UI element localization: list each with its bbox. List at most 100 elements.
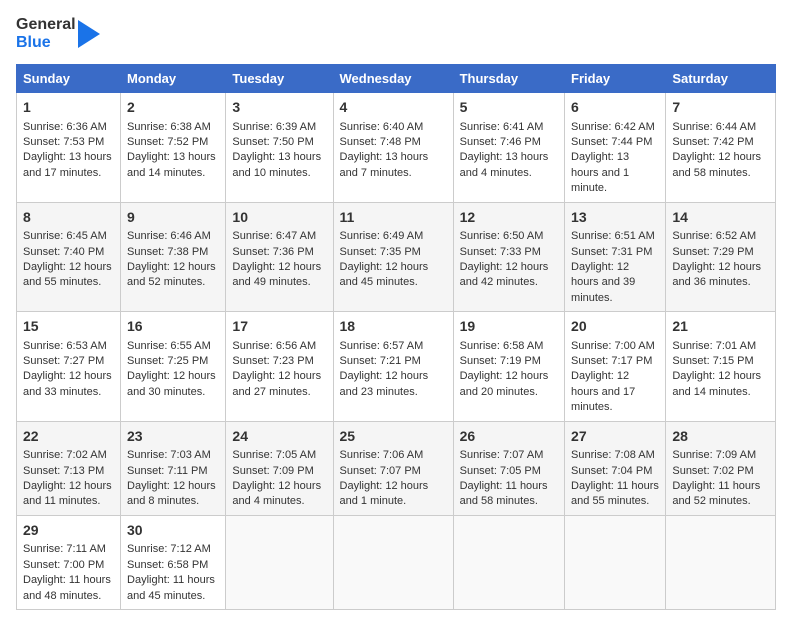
day-cell: 28Sunrise: 7:09 AMSunset: 7:02 PMDayligh…	[666, 421, 776, 515]
day-info: Sunset: 7:52 PM	[127, 135, 219, 150]
day-info: Sunset: 7:19 PM	[460, 354, 558, 369]
header-cell-friday: Friday	[565, 65, 666, 93]
header-cell-monday: Monday	[121, 65, 226, 93]
day-info: Sunset: 7:21 PM	[340, 354, 447, 369]
day-cell: 11Sunrise: 6:49 AMSunset: 7:35 PMDayligh…	[333, 202, 453, 312]
header-cell-sunday: Sunday	[17, 65, 121, 93]
day-cell: 22Sunrise: 7:02 AMSunset: 7:13 PMDayligh…	[17, 421, 121, 515]
day-cell: 7Sunrise: 6:44 AMSunset: 7:42 PMDaylight…	[666, 93, 776, 203]
day-info: Sunrise: 6:49 AM	[340, 229, 447, 244]
day-number: 27	[571, 427, 659, 447]
day-info: Sunset: 7:00 PM	[23, 558, 114, 573]
day-cell: 5Sunrise: 6:41 AMSunset: 7:46 PMDaylight…	[453, 93, 564, 203]
day-number: 5	[460, 98, 558, 118]
day-info: Sunset: 7:07 PM	[340, 464, 447, 479]
day-info: Daylight: 11 hours and 45 minutes.	[127, 573, 219, 604]
day-info: Daylight: 12 hours and 11 minutes.	[23, 479, 114, 510]
day-info: Daylight: 12 hours and 20 minutes.	[460, 369, 558, 400]
day-info: Daylight: 12 hours and 1 minute.	[340, 479, 447, 510]
day-info: Daylight: 13 hours and 10 minutes.	[232, 150, 326, 181]
day-number: 24	[232, 427, 326, 447]
day-info: Sunrise: 6:57 AM	[340, 339, 447, 354]
day-info: Daylight: 12 hours and 8 minutes.	[127, 479, 219, 510]
day-info: Daylight: 12 hours and 52 minutes.	[127, 260, 219, 291]
day-info: Sunrise: 6:53 AM	[23, 339, 114, 354]
day-number: 8	[23, 208, 114, 228]
day-info: Sunset: 7:50 PM	[232, 135, 326, 150]
day-info: Sunset: 7:53 PM	[23, 135, 114, 150]
day-number: 26	[460, 427, 558, 447]
day-number: 17	[232, 317, 326, 337]
day-number: 23	[127, 427, 219, 447]
calendar-table: SundayMondayTuesdayWednesdayThursdayFrid…	[16, 64, 776, 610]
day-info: Daylight: 13 hours and 17 minutes.	[23, 150, 114, 181]
day-number: 12	[460, 208, 558, 228]
day-cell: 4Sunrise: 6:40 AMSunset: 7:48 PMDaylight…	[333, 93, 453, 203]
day-info: Sunset: 7:42 PM	[672, 135, 769, 150]
day-info: Daylight: 11 hours and 48 minutes.	[23, 573, 114, 604]
day-info: Sunset: 7:29 PM	[672, 245, 769, 260]
day-info: Daylight: 12 hours and 45 minutes.	[340, 260, 447, 291]
day-number: 30	[127, 521, 219, 541]
week-row-4: 22Sunrise: 7:02 AMSunset: 7:13 PMDayligh…	[17, 421, 776, 515]
day-number: 18	[340, 317, 447, 337]
day-info: Sunset: 7:31 PM	[571, 245, 659, 260]
day-info: Sunset: 7:27 PM	[23, 354, 114, 369]
day-info: Daylight: 11 hours and 55 minutes.	[571, 479, 659, 510]
week-row-5: 29Sunrise: 7:11 AMSunset: 7:00 PMDayligh…	[17, 515, 776, 609]
day-info: Daylight: 12 hours and 17 minutes.	[571, 369, 659, 415]
day-number: 1	[23, 98, 114, 118]
day-cell: 23Sunrise: 7:03 AMSunset: 7:11 PMDayligh…	[121, 421, 226, 515]
day-info: Sunset: 7:36 PM	[232, 245, 326, 260]
day-info: Sunrise: 6:52 AM	[672, 229, 769, 244]
day-number: 10	[232, 208, 326, 228]
day-info: Sunset: 7:44 PM	[571, 135, 659, 150]
day-info: Sunrise: 7:01 AM	[672, 339, 769, 354]
day-cell: 19Sunrise: 6:58 AMSunset: 7:19 PMDayligh…	[453, 312, 564, 422]
week-row-1: 1Sunrise: 6:36 AMSunset: 7:53 PMDaylight…	[17, 93, 776, 203]
day-number: 11	[340, 208, 447, 228]
day-cell: 3Sunrise: 6:39 AMSunset: 7:50 PMDaylight…	[226, 93, 333, 203]
day-info: Sunrise: 6:40 AM	[340, 120, 447, 135]
day-info: Sunrise: 6:50 AM	[460, 229, 558, 244]
day-info: Sunset: 7:17 PM	[571, 354, 659, 369]
day-info: Sunset: 6:58 PM	[127, 558, 219, 573]
logo-arrow-icon	[78, 16, 100, 52]
header-cell-thursday: Thursday	[453, 65, 564, 93]
day-info: Daylight: 12 hours and 4 minutes.	[232, 479, 326, 510]
day-info: Sunset: 7:46 PM	[460, 135, 558, 150]
day-cell: 6Sunrise: 6:42 AMSunset: 7:44 PMDaylight…	[565, 93, 666, 203]
day-info: Sunrise: 7:11 AM	[23, 542, 114, 557]
day-info: Daylight: 11 hours and 52 minutes.	[672, 479, 769, 510]
day-info: Sunrise: 6:42 AM	[571, 120, 659, 135]
day-cell: 20Sunrise: 7:00 AMSunset: 7:17 PMDayligh…	[565, 312, 666, 422]
day-cell: 2Sunrise: 6:38 AMSunset: 7:52 PMDaylight…	[121, 93, 226, 203]
day-info: Daylight: 12 hours and 30 minutes.	[127, 369, 219, 400]
logo-general: General	[16, 16, 76, 34]
day-info: Daylight: 13 hours and 1 minute.	[571, 150, 659, 196]
day-info: Sunset: 7:40 PM	[23, 245, 114, 260]
day-cell: 18Sunrise: 6:57 AMSunset: 7:21 PMDayligh…	[333, 312, 453, 422]
day-info: Sunset: 7:33 PM	[460, 245, 558, 260]
day-cell: 14Sunrise: 6:52 AMSunset: 7:29 PMDayligh…	[666, 202, 776, 312]
day-number: 28	[672, 427, 769, 447]
day-cell: 13Sunrise: 6:51 AMSunset: 7:31 PMDayligh…	[565, 202, 666, 312]
day-info: Sunrise: 7:06 AM	[340, 448, 447, 463]
day-info: Sunrise: 6:39 AM	[232, 120, 326, 135]
day-info: Sunrise: 6:56 AM	[232, 339, 326, 354]
day-cell: 12Sunrise: 6:50 AMSunset: 7:33 PMDayligh…	[453, 202, 564, 312]
day-info: Sunrise: 6:45 AM	[23, 229, 114, 244]
day-info: Sunset: 7:05 PM	[460, 464, 558, 479]
day-cell: 8Sunrise: 6:45 AMSunset: 7:40 PMDaylight…	[17, 202, 121, 312]
day-info: Daylight: 12 hours and 27 minutes.	[232, 369, 326, 400]
day-cell	[565, 515, 666, 609]
logo-container: General Blue	[16, 16, 100, 52]
day-cell: 21Sunrise: 7:01 AMSunset: 7:15 PMDayligh…	[666, 312, 776, 422]
day-info: Sunset: 7:48 PM	[340, 135, 447, 150]
day-info: Sunrise: 7:07 AM	[460, 448, 558, 463]
day-info: Sunrise: 7:09 AM	[672, 448, 769, 463]
day-info: Daylight: 12 hours and 33 minutes.	[23, 369, 114, 400]
day-info: Sunset: 7:15 PM	[672, 354, 769, 369]
day-info: Sunset: 7:02 PM	[672, 464, 769, 479]
header-row: SundayMondayTuesdayWednesdayThursdayFrid…	[17, 65, 776, 93]
